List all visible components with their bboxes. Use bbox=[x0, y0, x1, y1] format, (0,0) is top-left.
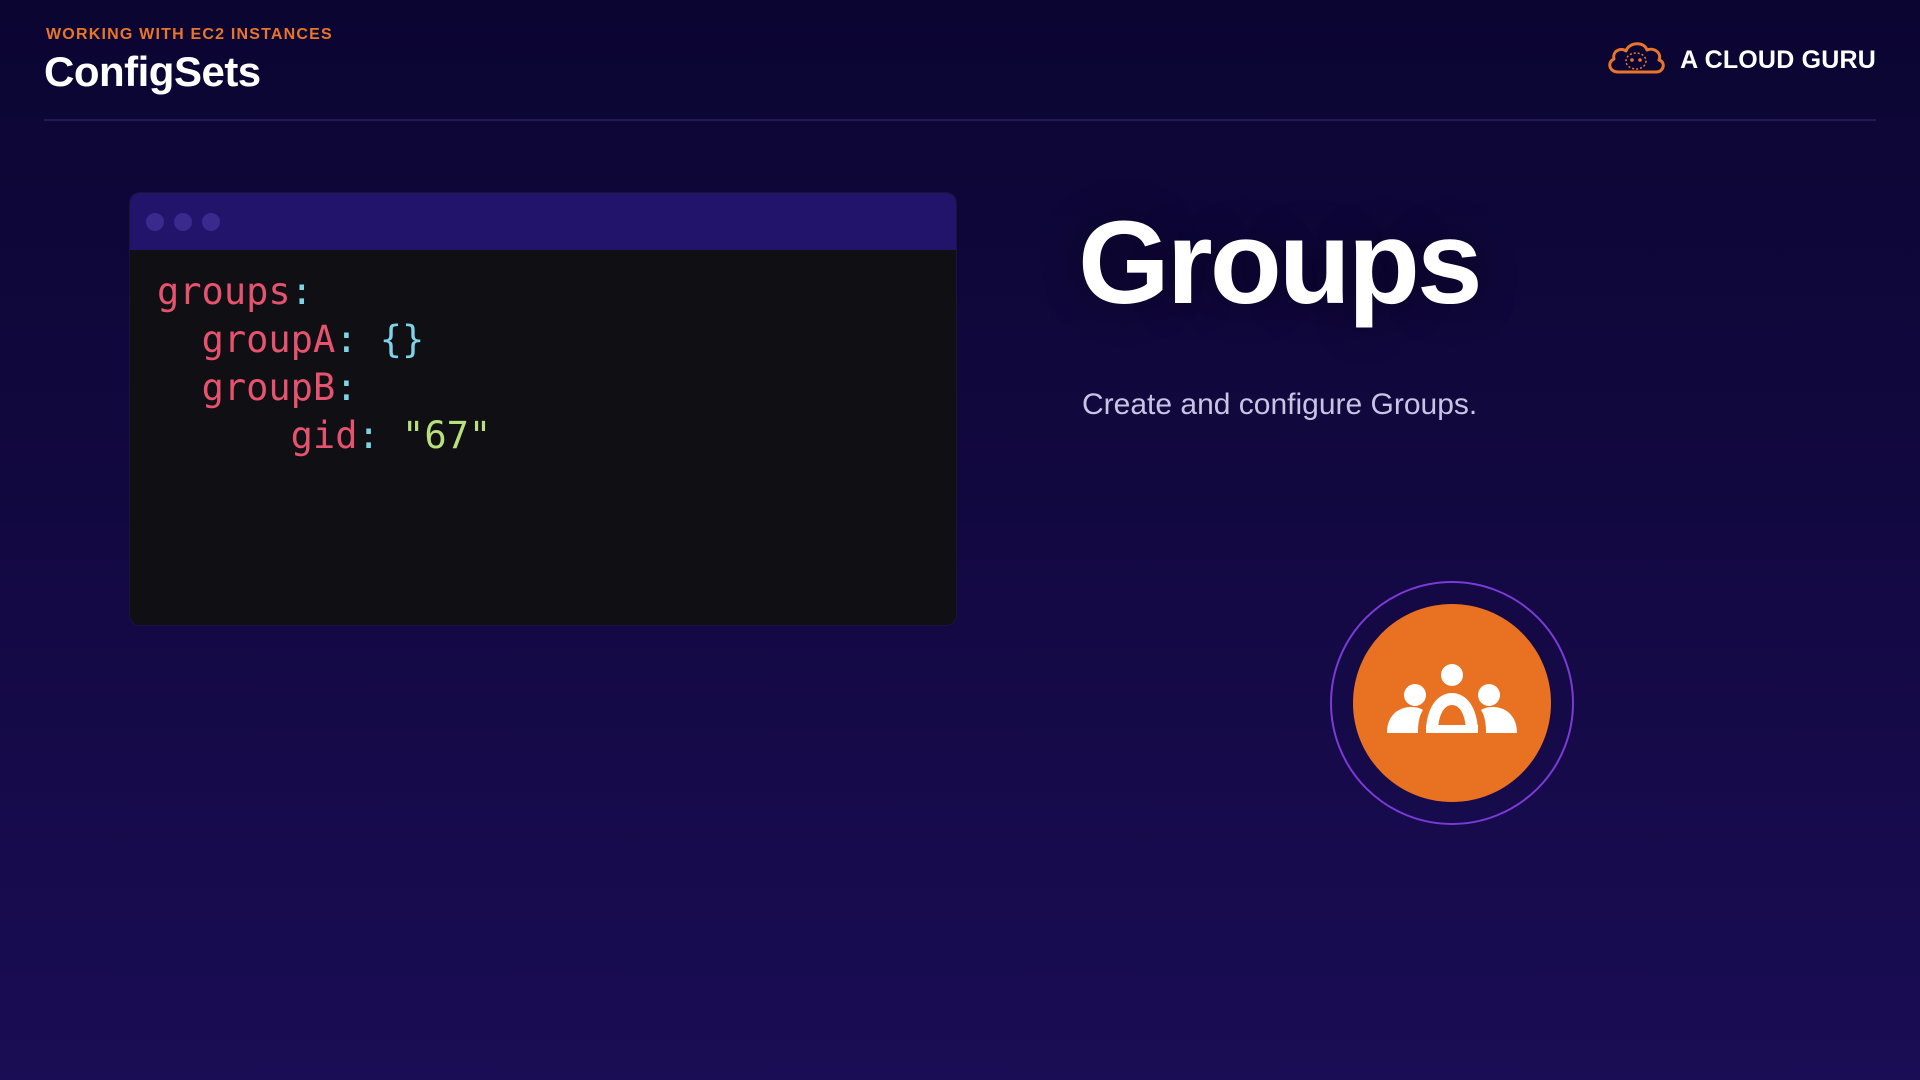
code-line: groupA: {} bbox=[201, 318, 425, 361]
window-dot-icon bbox=[146, 212, 164, 231]
feature-icon-badge bbox=[1353, 604, 1551, 802]
header-divider bbox=[44, 119, 1876, 121]
code-window: groups: groupA: {} groupB: gid: "67" bbox=[130, 193, 956, 625]
code-block: groups: groupA: {} groupB: gid: "67" bbox=[130, 250, 956, 460]
feature-icon-ring bbox=[1330, 581, 1574, 825]
code-window-titlebar bbox=[130, 193, 956, 250]
cloud-icon bbox=[1604, 38, 1668, 83]
code-line: gid: "67" bbox=[290, 414, 492, 457]
code-line: groupB: bbox=[201, 366, 358, 409]
window-dot-icon bbox=[202, 212, 220, 231]
slide-title: ConfigSets bbox=[44, 48, 261, 95]
feature-title: Groups bbox=[1078, 197, 1483, 329]
logo-text: A CLOUD GURU bbox=[1680, 46, 1876, 74]
feature-description: Create and configure Groups. bbox=[1082, 388, 1478, 421]
code-line: groups: bbox=[157, 270, 313, 313]
group-users-icon bbox=[1382, 661, 1522, 746]
window-dot-icon bbox=[174, 212, 192, 231]
section-kicker: WORKING WITH EC2 INSTANCES bbox=[46, 26, 333, 43]
brand-logo: A CLOUD GURU bbox=[1604, 38, 1876, 83]
